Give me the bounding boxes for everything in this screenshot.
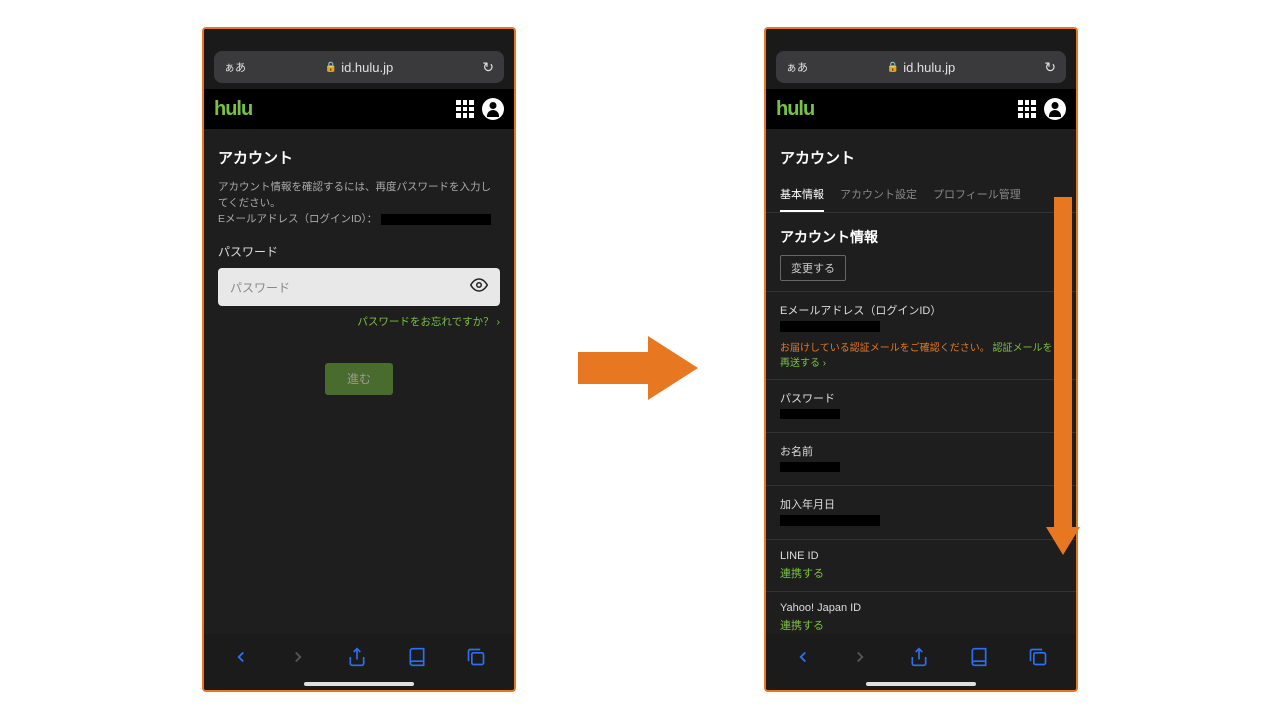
home-indicator[interactable] (866, 682, 976, 686)
page-content-left: アカウント アカウント情報を確認するには、再度パスワードを入力してください。 E… (204, 129, 514, 634)
reload-icon[interactable]: ↻ (482, 59, 494, 76)
row-email: Eメールアドレス（ログインID） お届けしている認証メールをご確認ください。 認… (766, 291, 1076, 379)
email-label: Eメールアドレス（ログインID）： (218, 212, 377, 228)
row-line-id: LINE ID 連携する (766, 539, 1076, 591)
hulu-logo[interactable]: hulu (214, 98, 252, 121)
tabs-icon[interactable] (1028, 647, 1048, 672)
tab-basic-info[interactable]: 基本情報 (780, 180, 824, 212)
reader-aa-button[interactable]: ぁあ (786, 59, 808, 75)
home-indicator[interactable] (304, 682, 414, 686)
lock-icon: 🔒 (887, 62, 899, 73)
name-label: お名前 (780, 443, 1062, 459)
redacted-date (780, 515, 880, 526)
row-join-date: 加入年月日 (766, 485, 1076, 539)
page-title: アカウント (766, 129, 1076, 180)
url-text: 🔒 id.hulu.jp (887, 60, 956, 75)
submit-button[interactable]: 進む (325, 363, 393, 395)
account-tabs: 基本情報 アカウント設定 プロフィール管理 (766, 180, 1076, 213)
eye-icon[interactable] (470, 276, 488, 299)
instruction-text: アカウント情報を確認するには、再度パスワードを入力してください。 Eメールアドレ… (204, 180, 514, 227)
forward-icon (851, 648, 869, 671)
scroll-down-arrow-icon (1046, 197, 1080, 561)
user-icon[interactable] (1044, 98, 1066, 120)
url-host: id.hulu.jp (903, 60, 955, 75)
back-icon[interactable] (232, 648, 250, 671)
password-placeholder: パスワード (230, 279, 290, 296)
password-label: パスワード (204, 227, 514, 268)
back-icon[interactable] (794, 648, 812, 671)
row-yahoo-id: Yahoo! Japan ID 連携する (766, 591, 1076, 634)
phone-screenshot-right: ぁあ 🔒 id.hulu.jp ↻ hulu アカウント 基本情報 アカウント設… (764, 27, 1078, 692)
section-title-account-info: アカウント情報 (780, 227, 1062, 247)
row-password: パスワード (766, 379, 1076, 432)
tab-profile-management[interactable]: プロフィール管理 (933, 180, 1021, 212)
reload-icon[interactable]: ↻ (1044, 59, 1056, 76)
join-date-label: 加入年月日 (780, 496, 1062, 512)
redacted-email (381, 214, 491, 225)
hulu-logo[interactable]: hulu (776, 98, 814, 121)
redacted-password (780, 409, 840, 419)
line-link-action[interactable]: 連携する (780, 565, 1062, 581)
change-button[interactable]: 変更する (780, 255, 846, 281)
safari-toolbar (766, 634, 1076, 690)
phone-screenshot-left: ぁあ 🔒 id.hulu.jp ↻ hulu アカウント アカウント情報を確認す… (202, 27, 516, 692)
verify-warning: お届けしている認証メールをご確認ください。 (780, 343, 990, 354)
password-label: パスワード (780, 390, 1062, 406)
page-content-right: アカウント 基本情報 アカウント設定 プロフィール管理 アカウント情報 変更する… (766, 129, 1076, 634)
share-icon[interactable] (347, 647, 367, 672)
account-info-section: アカウント情報 変更する (766, 213, 1076, 291)
forward-icon (289, 648, 307, 671)
safari-address-bar-area: ぁあ 🔒 id.hulu.jp ↻ (766, 29, 1076, 89)
safari-toolbar (204, 634, 514, 690)
tabs-icon[interactable] (466, 647, 486, 672)
apps-grid-icon[interactable] (456, 100, 474, 118)
reader-aa-button[interactable]: ぁあ (224, 59, 246, 75)
app-header: hulu (766, 89, 1076, 129)
forgot-password-link[interactable]: パスワードをお忘れですか？ › (204, 306, 514, 329)
app-header: hulu (204, 89, 514, 129)
url-host: id.hulu.jp (341, 60, 393, 75)
user-icon[interactable] (482, 98, 504, 120)
bookmarks-icon[interactable] (969, 647, 989, 672)
password-input[interactable]: パスワード (218, 268, 500, 306)
apps-grid-icon[interactable] (1018, 100, 1036, 118)
row-name: お名前 (766, 432, 1076, 485)
lock-icon: 🔒 (325, 62, 337, 73)
page-title: アカウント (204, 129, 514, 180)
safari-address-bar-area: ぁあ 🔒 id.hulu.jp ↻ (204, 29, 514, 89)
transition-arrow-icon (578, 336, 698, 396)
redacted-name (780, 462, 840, 472)
yahoo-id-label: Yahoo! Japan ID (780, 602, 1062, 614)
tab-account-settings[interactable]: アカウント設定 (840, 180, 917, 212)
bookmarks-icon[interactable] (407, 647, 427, 672)
url-text: 🔒 id.hulu.jp (325, 60, 394, 75)
line-id-label: LINE ID (780, 550, 1062, 562)
url-bar[interactable]: ぁあ 🔒 id.hulu.jp ↻ (214, 51, 504, 83)
url-bar[interactable]: ぁあ 🔒 id.hulu.jp ↻ (776, 51, 1066, 83)
redacted-email (780, 321, 880, 332)
email-label: Eメールアドレス（ログインID） (780, 302, 1062, 318)
share-icon[interactable] (909, 647, 929, 672)
yahoo-link-action[interactable]: 連携する (780, 617, 1062, 633)
